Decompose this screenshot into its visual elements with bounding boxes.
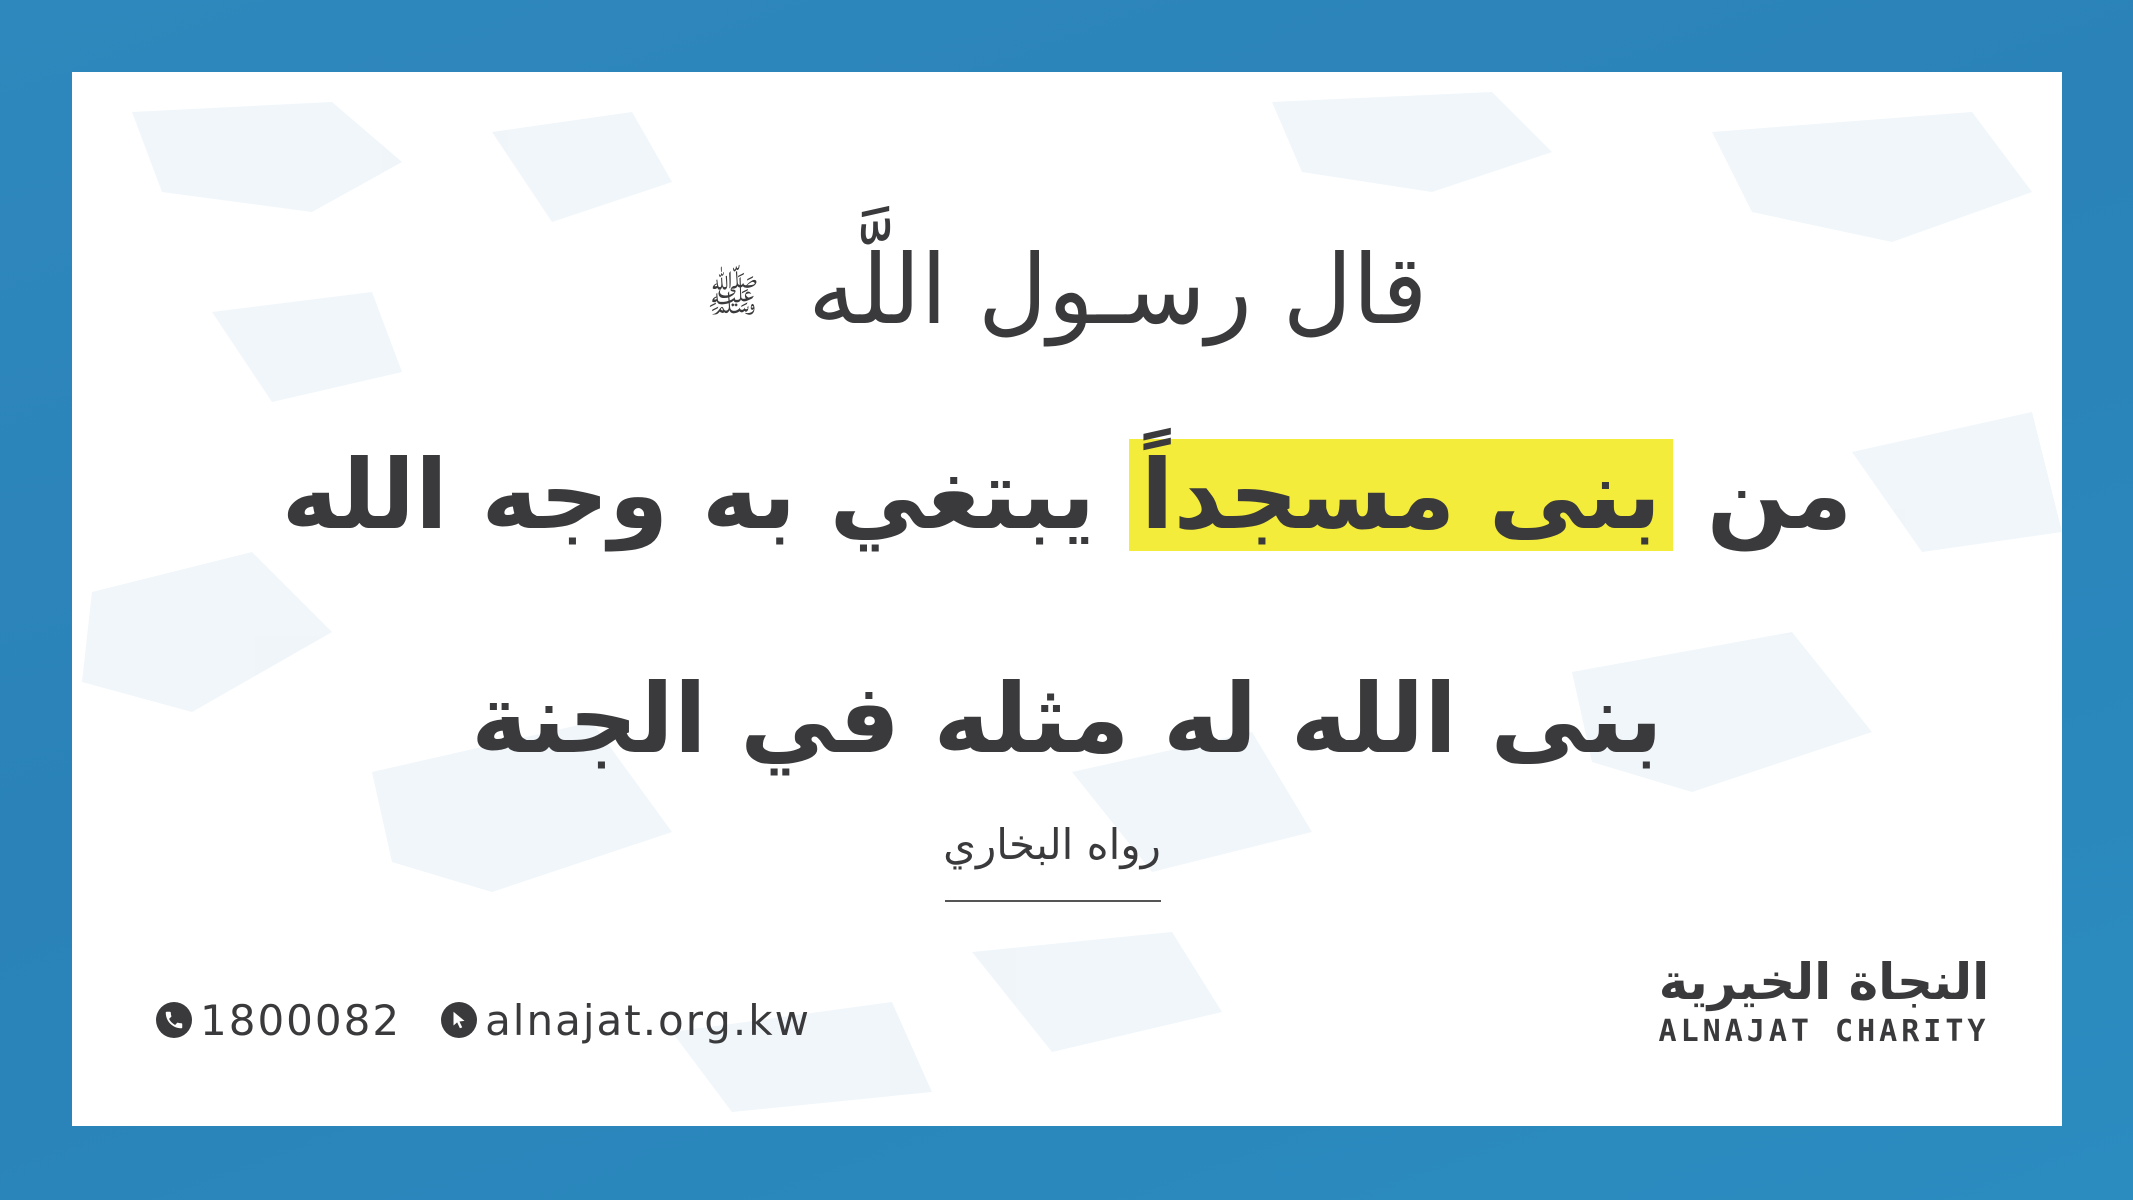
logo-arabic: النجاة الخيرية: [1658, 953, 1990, 1011]
hadith-line-2: بنى الله له مثله في الجنة: [471, 663, 1663, 775]
honorific-calligraphy: ﷺ: [706, 270, 760, 322]
hadith-line-1-prefix: من: [1706, 439, 1853, 551]
phone-contact[interactable]: 1800082: [156, 996, 401, 1045]
charity-logo: النجاة الخيرية ALNAJAT CHARITY: [1644, 952, 2004, 1062]
cursor-icon: [441, 1002, 478, 1038]
hadith-line-1-suffix: يبتغي به وجه الله: [281, 439, 1096, 551]
hadith-source: رواه البخاري: [943, 820, 1161, 869]
hadith-line-1: من بنى مسجداً يبتغي به وجه الله: [72, 420, 2062, 570]
logo-english: ALNAJAT CHARITY: [1658, 1014, 1990, 1049]
banner-card: قال رسـول اللَّه ﷺ من بنى مسجداً يبتغي ب…: [72, 72, 2062, 1126]
intro-line: قال رسـول اللَّه ﷺ: [72, 220, 2062, 360]
website-contact[interactable]: alnajat.org.kw: [441, 996, 811, 1045]
intro-text: قال رسـول اللَّه: [808, 234, 1428, 346]
source-underline: [945, 900, 1161, 902]
contact-info: 1800082 alnajat.org.kw: [156, 984, 811, 1056]
phone-icon: [156, 1002, 192, 1038]
hadith-highlight: بنى مسجداً: [1128, 439, 1674, 551]
website-url: alnajat.org.kw: [485, 995, 811, 1045]
phone-number: 1800082: [200, 995, 402, 1045]
